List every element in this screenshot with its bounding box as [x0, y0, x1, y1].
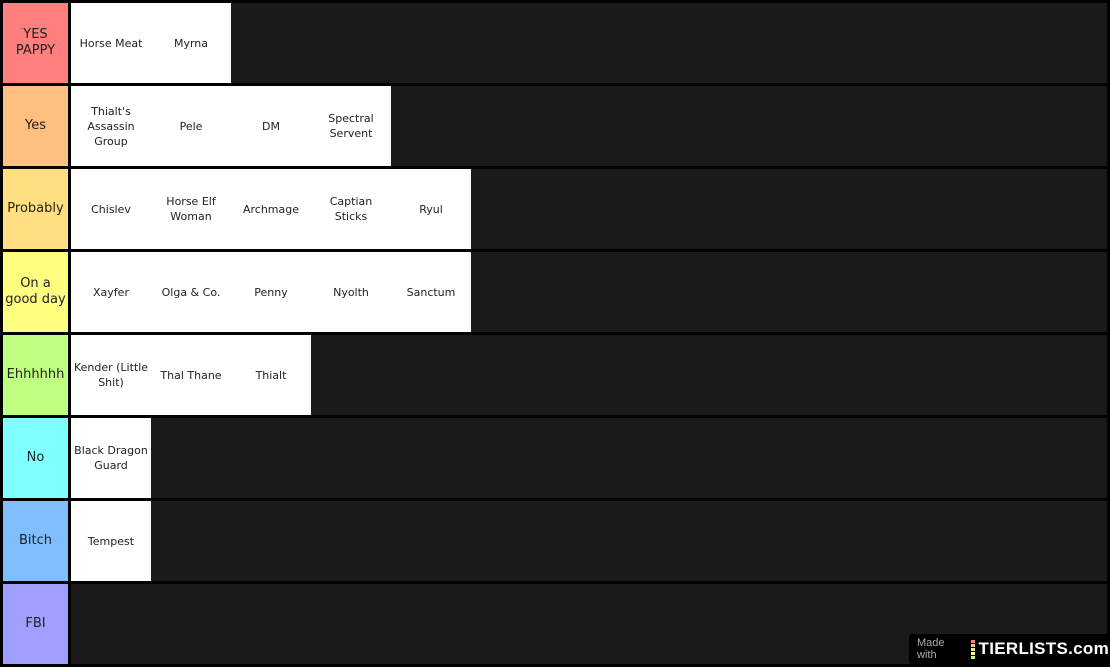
tier-item-card[interactable]: Chislev: [71, 169, 151, 249]
tier-item-card[interactable]: Pele: [151, 86, 231, 166]
tier-item-card[interactable]: Myrna: [151, 3, 231, 83]
tier-item-text: Nyolth: [333, 285, 369, 299]
tier-row: Ehhhhhh Kender (Little Shit) Thal Thane Thi…: [3, 335, 1107, 415]
tier-item-card[interactable]: Ryul: [391, 169, 471, 249]
tier-item-text: Thialt: [255, 368, 287, 382]
tier-item-card[interactable]: Penny: [231, 252, 311, 332]
tier-item-card[interactable]: Nyolth: [311, 252, 391, 332]
tier-item-card[interactable]: Archmage: [231, 169, 311, 249]
tier-item-text: Captian Sticks: [329, 195, 373, 223]
tier-list-board: YES PAPPY Horse Meat Myrna Yes Thialt's Assa…: [0, 0, 1110, 667]
tier-item-text: DM: [262, 119, 280, 133]
tier-item-card[interactable]: Spectral Servent: [311, 86, 391, 166]
tier-item-card[interactable]: Kender (Little Shit): [71, 335, 151, 415]
tier-label[interactable]: Probably: [3, 169, 68, 249]
tier-item-text: Archmage: [242, 202, 300, 216]
tier-label[interactable]: Yes: [3, 86, 68, 166]
tier-row: YES PAPPY Horse Meat Myrna: [3, 3, 1107, 83]
tier-item-text: Horse Meat: [79, 36, 143, 50]
tier-item-card[interactable]: Captian Sticks: [311, 169, 391, 249]
tierlists-logo-icon: [970, 639, 975, 659]
tier-label[interactable]: Ehhhhhh: [3, 335, 68, 415]
tier-item-text: Pele: [179, 119, 203, 133]
tier-item-card[interactable]: Horse Elf Woman: [151, 169, 231, 249]
tier-label[interactable]: YES PAPPY: [3, 3, 68, 83]
tier-items-dropzone[interactable]: Horse Meat Myrna: [71, 3, 1107, 83]
tier-item-text: Penny: [254, 285, 288, 299]
tier-item-card[interactable]: Thialt: [231, 335, 311, 415]
tier-item-text: Chislev: [91, 202, 131, 216]
tier-row: Probably Chislev Horse Elf Woman Archmage Ca…: [3, 169, 1107, 249]
tier-label[interactable]: No: [3, 418, 68, 498]
tier-items-dropzone[interactable]: Tempest: [71, 501, 1107, 581]
tier-item-text: Olga & Co.: [161, 285, 221, 299]
tier-item-card[interactable]: DM: [231, 86, 311, 166]
tier-item-card[interactable]: Tempest: [71, 501, 151, 581]
tier-item-text: Sanctum: [406, 285, 456, 299]
tier-item-text: Thal Thane: [160, 368, 222, 382]
tier-row: Yes Thialt's Assassin Group Pele DM Spectral…: [3, 86, 1107, 166]
tier-label[interactable]: Bitch: [3, 501, 68, 581]
tier-item-text: Spectral Servent: [328, 112, 374, 140]
tier-item-text: Xayfer: [93, 285, 129, 299]
tier-item-card[interactable]: Black Dragon Guard: [71, 418, 151, 498]
tier-item-card[interactable]: Thal Thane: [151, 335, 231, 415]
tier-items-dropzone[interactable]: Chislev Horse Elf Woman Archmage Captian St…: [71, 169, 1107, 249]
tier-items-dropzone[interactable]: Thialt's Assassin Group Pele DM Spectral Se…: [71, 86, 1107, 166]
tier-item-card[interactable]: Thialt's Assassin Group: [71, 86, 151, 166]
tier-item-text: Thialt's Assassin Group: [87, 104, 135, 148]
tier-label[interactable]: FBI: [3, 584, 68, 664]
watermark-made-with: Made with: [917, 637, 945, 661]
tier-label[interactable]: On a good day: [3, 252, 68, 332]
tier-row: Bitch Tempest: [3, 501, 1107, 581]
tier-row: No Black Dragon Guard: [3, 418, 1107, 498]
tier-row: On a good day Xayfer Olga & Co. Penny Nyolth…: [3, 252, 1107, 332]
watermark-brand: TIERLISTS.com: [978, 639, 1109, 658]
tier-item-text: Horse Elf Woman: [166, 195, 216, 223]
tier-items-dropzone[interactable]: Xayfer Olga & Co. Penny Nyolth Sanctum: [71, 252, 1107, 332]
tier-item-text: Myrna: [173, 36, 209, 50]
tier-item-card[interactable]: Horse Meat: [71, 3, 151, 83]
watermark: Made with TIERLISTS.com: [909, 634, 1109, 664]
tier-item-card[interactable]: Olga & Co.: [151, 252, 231, 332]
tier-item-card[interactable]: Xayfer: [71, 252, 151, 332]
tier-item-text: Tempest: [87, 534, 135, 548]
tier-item-text: Ryul: [419, 202, 443, 216]
tier-item-text: Black Dragon Guard: [74, 444, 148, 472]
tier-item-card[interactable]: Sanctum: [391, 252, 471, 332]
tier-items-dropzone[interactable]: Kender (Little Shit) Thal Thane Thialt: [71, 335, 1107, 415]
tier-items-dropzone[interactable]: Black Dragon Guard: [71, 418, 1107, 498]
tier-item-text: Kender (Little Shit): [73, 361, 149, 389]
